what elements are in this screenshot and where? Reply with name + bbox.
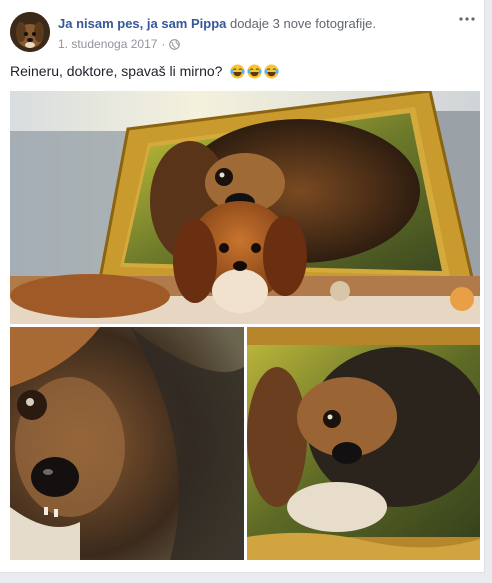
photo-portrait-framed[interactable] [247, 327, 480, 560]
author-avatar[interactable] [10, 12, 50, 52]
photo-portrait-closeup[interactable] [10, 327, 244, 560]
laughing-tears-emoji [264, 63, 280, 79]
more-options-icon[interactable] [458, 14, 476, 24]
post-date-link[interactable]: 1. studenoga 2017 [58, 37, 157, 51]
author-name-link[interactable]: Ja nisam pes, ja sam Pippa [58, 16, 226, 31]
post-action-text: dodaje 3 nove fotografije. [226, 16, 376, 31]
post-meta: 1. studenoga 2017 · [58, 37, 181, 51]
post-card: Ja nisam pes, ja sam Pippa dodaje 3 nove… [0, 0, 485, 573]
photo-dog-with-portrait[interactable] [10, 91, 480, 324]
globe-icon[interactable] [169, 38, 181, 50]
post-message-text: Reineru, doktore, spavaš li mirno? [10, 63, 223, 79]
laughing-tears-emoji [247, 63, 263, 79]
laughing-tears-emoji [230, 63, 246, 79]
meta-separator: · [161, 37, 166, 51]
post-header: Ja nisam pes, ja sam Pippa dodaje 3 nove… [58, 16, 376, 31]
post-message: Reineru, doktore, spavaš li mirno? [10, 63, 280, 79]
